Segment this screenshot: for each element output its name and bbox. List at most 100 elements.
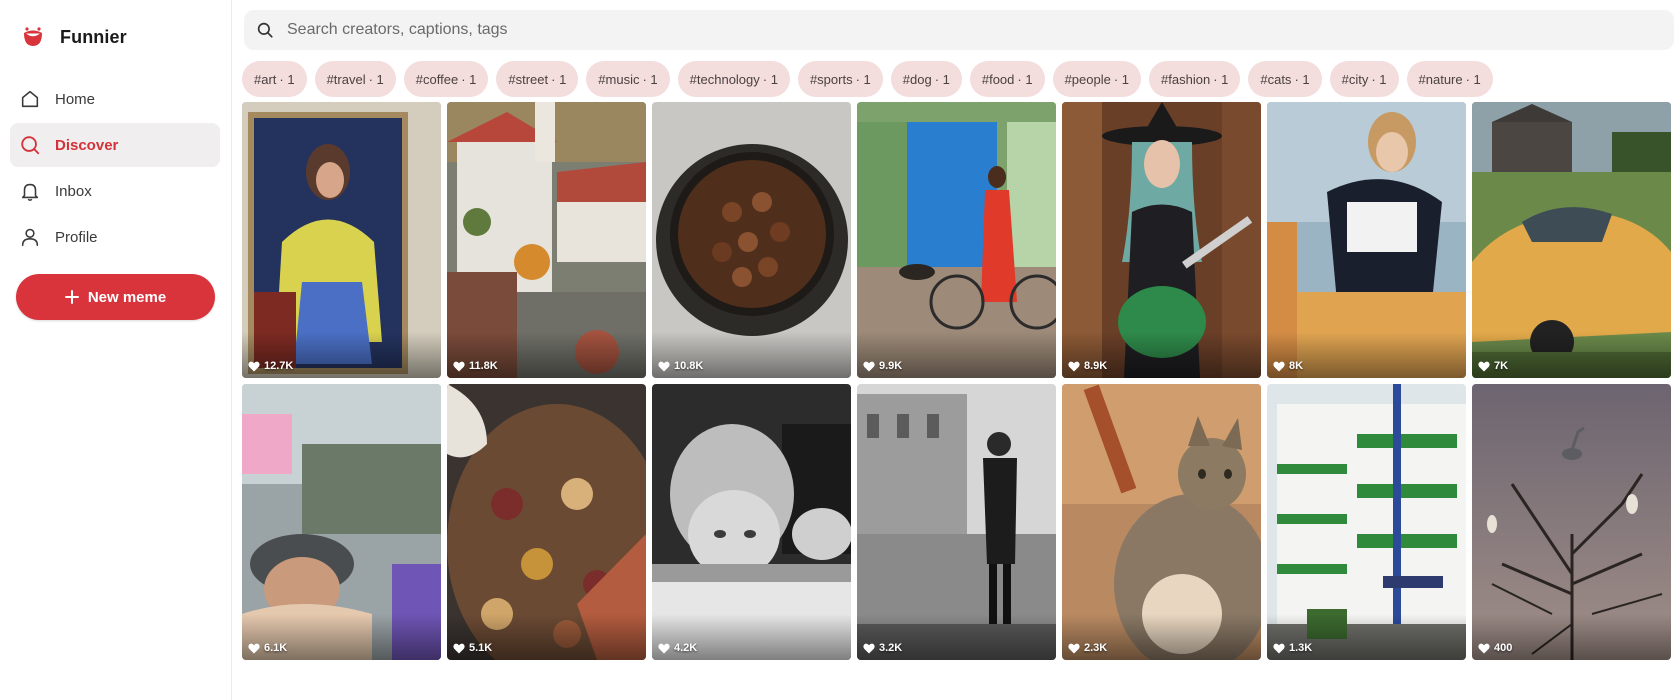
post-card[interactable]: 1.3K xyxy=(1267,384,1466,660)
main-nav: Home Discover Inbox Profile xyxy=(10,77,220,261)
likes-count: 3.2K xyxy=(863,642,902,654)
likes-count: 400 xyxy=(1478,642,1512,654)
tag-chip[interactable]: #dog · 1 xyxy=(890,61,962,97)
likes-count: 7K xyxy=(1478,360,1508,372)
post-card[interactable]: 12.7K xyxy=(242,102,441,378)
sidebar: Funnier Home Discover Inbox Profile New … xyxy=(0,0,232,700)
tag-count: · 1 xyxy=(855,71,871,87)
likes-value: 6.1K xyxy=(264,642,288,654)
heart-icon xyxy=(863,361,875,372)
tag-chip[interactable]: #sports · 1 xyxy=(797,61,883,97)
likes-value: 8.9K xyxy=(1084,360,1108,372)
post-card[interactable]: 6.1K xyxy=(242,384,441,660)
likes-count: 8.9K xyxy=(1068,360,1107,372)
tag-chip[interactable]: #street · 1 xyxy=(496,61,579,97)
heart-icon xyxy=(658,643,670,654)
tag-count: · 1 xyxy=(368,71,384,87)
post-card[interactable]: 9.9K xyxy=(857,102,1056,378)
heart-icon xyxy=(453,643,465,654)
tag-name: #food xyxy=(981,71,1015,87)
tag-chip[interactable]: #nature · 1 xyxy=(1406,61,1493,97)
sidebar-item-discover[interactable]: Discover xyxy=(10,123,220,167)
likes-value: 4.2K xyxy=(674,642,698,654)
search-input[interactable] xyxy=(287,21,1627,39)
tag-name: #travel xyxy=(326,71,366,87)
tag-name: #coffee xyxy=(415,71,459,87)
tag-chip[interactable]: #cats · 1 xyxy=(1248,61,1322,97)
post-card[interactable]: 8.9K xyxy=(1062,102,1261,378)
tag-name: #people xyxy=(1064,71,1111,87)
likes-value: 11.8K xyxy=(469,360,498,372)
likes-count: 8K xyxy=(1273,360,1303,372)
heart-icon xyxy=(1478,361,1490,372)
post-card[interactable]: 2.3K xyxy=(1062,384,1261,660)
tag-chip[interactable]: #art · 1 xyxy=(242,61,307,97)
likes-value: 12.7K xyxy=(264,360,294,372)
post-card[interactable]: 4.2K xyxy=(652,384,851,660)
likes-value: 1.3K xyxy=(1289,642,1313,654)
post-card[interactable]: 400 xyxy=(1472,384,1671,660)
search-icon xyxy=(19,134,41,156)
heart-icon xyxy=(453,361,465,372)
sidebar-item-inbox[interactable]: Inbox xyxy=(10,169,220,213)
tag-chip[interactable]: #fashion · 1 xyxy=(1149,61,1241,97)
heart-icon xyxy=(1478,643,1490,654)
tag-count: · 1 xyxy=(551,71,567,87)
post-card[interactable]: 11.8K xyxy=(447,102,646,378)
likes-count: 10.8K xyxy=(658,360,703,372)
tag-list: #art · 1 #travel · 1 #coffee · 1 #street · 1… xyxy=(242,61,1501,97)
tag-chip[interactable]: #people · 1 xyxy=(1052,61,1142,97)
likes-value: 7K xyxy=(1494,360,1509,372)
tag-chip[interactable]: #coffee · 1 xyxy=(403,61,489,97)
search-bar[interactable] xyxy=(244,10,1674,50)
heart-icon xyxy=(658,361,670,372)
tag-count: · 1 xyxy=(1465,71,1481,87)
new-meme-label: New meme xyxy=(87,288,167,306)
heart-icon xyxy=(1273,361,1285,372)
tag-chip[interactable]: #music · 1 xyxy=(586,61,670,97)
tag-count: · 1 xyxy=(1294,71,1310,87)
tag-count: · 1 xyxy=(279,71,295,87)
likes-count: 1.3K xyxy=(1273,642,1312,654)
likes-count: 11.8K xyxy=(453,360,498,372)
heart-icon xyxy=(1068,361,1080,372)
sidebar-item-label: Profile xyxy=(55,228,98,246)
tag-chip[interactable]: #food · 1 xyxy=(969,61,1045,97)
likes-value: 5.1K xyxy=(469,642,493,654)
likes-count: 12.7K xyxy=(248,360,293,372)
likes-value: 10.8K xyxy=(674,360,704,372)
sidebar-item-label: Inbox xyxy=(55,182,92,200)
tag-chip[interactable]: #technology · 1 xyxy=(677,61,790,97)
user-icon xyxy=(19,226,41,248)
likes-value: 8K xyxy=(1289,360,1304,372)
tag-count: · 1 xyxy=(461,71,477,87)
sidebar-item-label: Discover xyxy=(55,136,119,154)
heart-icon xyxy=(863,643,875,654)
brand[interactable]: Funnier xyxy=(20,24,127,50)
post-card[interactable]: 8K xyxy=(1267,102,1466,378)
heart-icon xyxy=(248,643,260,654)
post-card[interactable]: 3.2K xyxy=(857,384,1056,660)
tag-count: · 1 xyxy=(1113,71,1130,87)
tag-name: #technology xyxy=(689,71,760,87)
home-icon xyxy=(19,88,41,110)
tag-name: #street xyxy=(508,71,549,87)
tag-count: · 1 xyxy=(1371,71,1387,87)
likes-value: 9.9K xyxy=(879,360,903,372)
new-meme-button[interactable]: New meme xyxy=(16,274,215,320)
post-card[interactable]: 10.8K xyxy=(652,102,851,378)
post-card[interactable]: 7K xyxy=(1472,102,1671,378)
sidebar-item-profile[interactable]: Profile xyxy=(10,215,220,259)
tag-chip[interactable]: #travel · 1 xyxy=(314,61,396,97)
heart-icon xyxy=(1068,643,1080,654)
post-card[interactable]: 5.1K xyxy=(447,384,646,660)
heart-icon xyxy=(248,361,260,372)
bell-icon xyxy=(19,180,41,202)
post-grid: 12.7K 11.8K 10.8K 9.9K 8.9K 8K 7K 6.1K 5… xyxy=(242,102,1671,660)
tag-name: #art xyxy=(254,71,277,87)
tag-count: · 1 xyxy=(642,71,658,87)
tag-chip[interactable]: #city · 1 xyxy=(1329,61,1399,97)
sidebar-item-home[interactable]: Home xyxy=(10,77,220,121)
search-icon xyxy=(256,21,274,39)
sidebar-item-label: Home xyxy=(55,90,96,108)
